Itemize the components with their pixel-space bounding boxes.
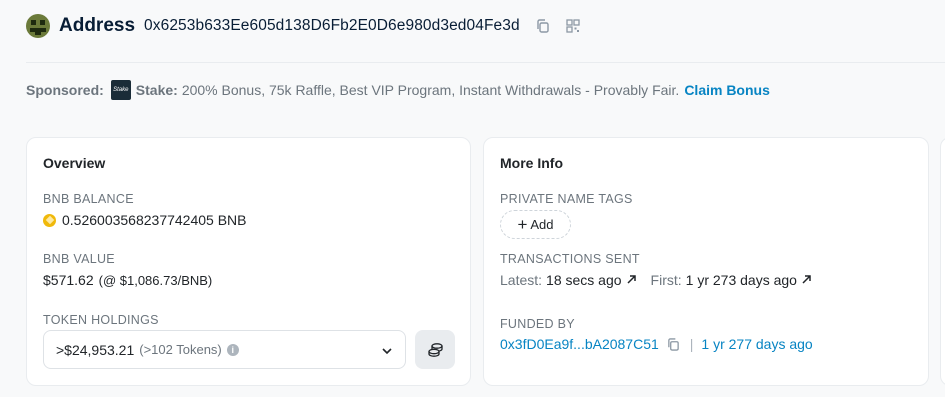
arrow-up-right-icon[interactable] (801, 272, 812, 288)
address-hash: 0x6253b633Ee605d138D6Fb2E0D6e980d3ed04Fe… (144, 17, 520, 34)
add-label: Add (530, 217, 554, 232)
overview-title: Overview (43, 155, 106, 171)
plus-icon: + (517, 215, 528, 234)
more-info-card: More Info PRIVATE NAME TAGS + Add TRANSA… (483, 137, 929, 386)
claim-bonus-link[interactable]: Claim Bonus (684, 82, 770, 98)
latest-label: Latest: (500, 272, 543, 288)
avatar (26, 14, 50, 38)
funded-by-row: 0x3fD0Ea9f...bA2087C51 | 1 yr 277 days a… (500, 336, 813, 352)
coin-stack-icon (427, 343, 443, 357)
token-holdings-button[interactable] (415, 330, 455, 369)
bnb-balance-label: BNB BALANCE (43, 192, 134, 206)
chevron-down-icon (381, 344, 393, 360)
transactions-sent-row: Latest: 18 secs ago First: 1 yr 273 days… (500, 272, 812, 288)
header-divider (26, 62, 945, 63)
bnb-value-amount: $571.62 (43, 272, 94, 288)
address-header: Address 0x6253b633Ee605d138D6Fb2E0D6e980… (26, 13, 595, 39)
page-title: Address (59, 15, 136, 36)
latest-value: 18 secs ago (546, 272, 622, 288)
sponsored-label: Sponsored: (26, 82, 104, 98)
first-label: First: (650, 272, 682, 288)
bnb-value: $571.62 (@ $1,086.73/BNB) (43, 272, 212, 288)
copy-icon[interactable] (535, 18, 551, 34)
token-holdings-amount: >$24,953.21 (56, 341, 135, 358)
sponsored-banner: Sponsored: Stake Stake: 200% Bonus, 75k … (26, 80, 770, 100)
bnb-value-rate: (@ $1,086.73/BNB) (98, 272, 213, 288)
funded-by-address-link[interactable]: 0x3fD0Ea9f...bA2087C51 (500, 336, 659, 352)
bnb-balance-value: 0.526003568237742405 BNB (43, 212, 247, 228)
third-card (940, 137, 945, 386)
transactions-sent-label: TRANSACTIONS SENT (500, 252, 640, 266)
add-name-tag-button[interactable]: + Add (500, 210, 571, 239)
token-holdings-label: TOKEN HOLDINGS (43, 313, 159, 327)
qr-code-icon[interactable] (565, 18, 581, 34)
copy-icon[interactable] (667, 337, 680, 351)
funded-by-age-link[interactable]: 1 yr 277 days ago (701, 336, 812, 352)
bnb-balance-amount: 0.526003568237742405 BNB (62, 212, 247, 228)
more-info-title: More Info (500, 155, 563, 171)
stake-logo: Stake (110, 80, 131, 100)
sponsor-message: 200% Bonus, 75k Raffle, Best VIP Program… (181, 82, 680, 98)
sponsor-brand: Stake: (135, 82, 178, 98)
token-holdings-count: (>102 Tokens) (139, 342, 222, 357)
info-icon[interactable]: i (226, 343, 239, 356)
bnb-coin-icon (43, 213, 56, 227)
funded-by-label: FUNDED BY (500, 317, 575, 331)
first-value: 1 yr 273 days ago (685, 272, 797, 288)
arrow-up-right-icon[interactable] (626, 272, 637, 288)
private-name-tags-label: PRIVATE NAME TAGS (500, 192, 633, 206)
overview-card: Overview BNB BALANCE 0.52600356823774240… (26, 137, 471, 386)
token-holdings-dropdown[interactable]: >$24,953.21 (>102 Tokens) i (43, 330, 406, 369)
separator: | (689, 336, 694, 352)
bnb-value-label: BNB VALUE (43, 252, 115, 266)
